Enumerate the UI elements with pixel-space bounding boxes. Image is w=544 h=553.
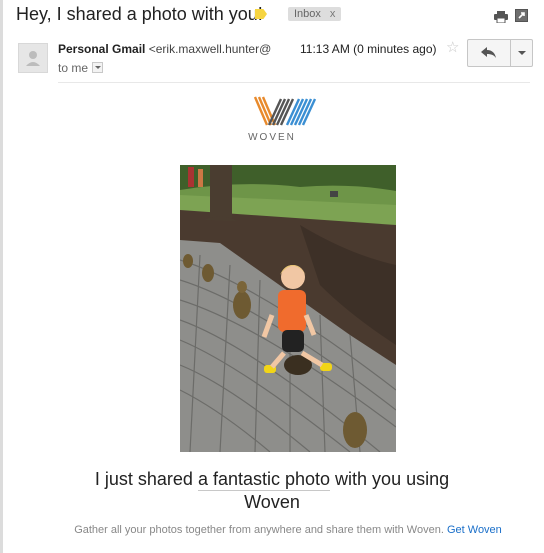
header-divider [58,82,530,83]
share-headline: I just shared a fantastic photo with you… [0,468,544,514]
more-options-button[interactable] [511,40,532,66]
thread-header: Hey, I shared a photo with you! Inbox x [0,0,544,32]
headline-line2: Woven [244,492,300,512]
recipient-text: to me [58,61,89,75]
sender-line[interactable]: Personal Gmail <erik.maxwell.hunter@ [58,42,276,56]
headline-part1: I just shared [94,469,193,489]
new-window-icon[interactable] [515,9,529,22]
message-header: Personal Gmail <erik.maxwell.hunter@ to … [0,34,544,82]
footer-message: Gather all your photos together from any… [0,524,544,536]
inbox-label-text: Inbox [294,8,321,20]
important-marker-icon[interactable] [255,9,267,19]
get-woven-link[interactable]: Get Woven [447,524,502,536]
sender-email: <erik.maxwell.hunter@ [148,42,272,56]
remove-label-button[interactable]: x [330,8,336,20]
email-subject: Hey, I shared a photo with you! [16,4,263,24]
avatar [18,43,48,73]
recipient-line: to me [58,61,104,75]
reply-icon [481,47,496,58]
reply-button[interactable] [468,40,511,66]
person-icon [26,51,40,66]
details-dropdown-icon[interactable] [92,62,104,74]
woven-logo-icon[interactable] [253,95,323,131]
footer-description: Gather all your photos together from any… [74,524,444,536]
star-icon[interactable]: ☆ [446,40,459,55]
photo-link[interactable]: a fantastic photo [197,469,331,491]
print-icon[interactable] [494,10,508,24]
reply-button-group [467,39,533,67]
woven-brand-name: WOVEN [248,132,296,143]
sender-name: Personal Gmail [58,42,146,56]
message-timestamp: 11:13 AM (0 minutes ago) [300,42,437,56]
headline-part2: with you using [335,469,450,489]
shared-photo[interactable] [180,165,396,452]
inbox-label-chip[interactable]: Inbox x [288,7,342,21]
